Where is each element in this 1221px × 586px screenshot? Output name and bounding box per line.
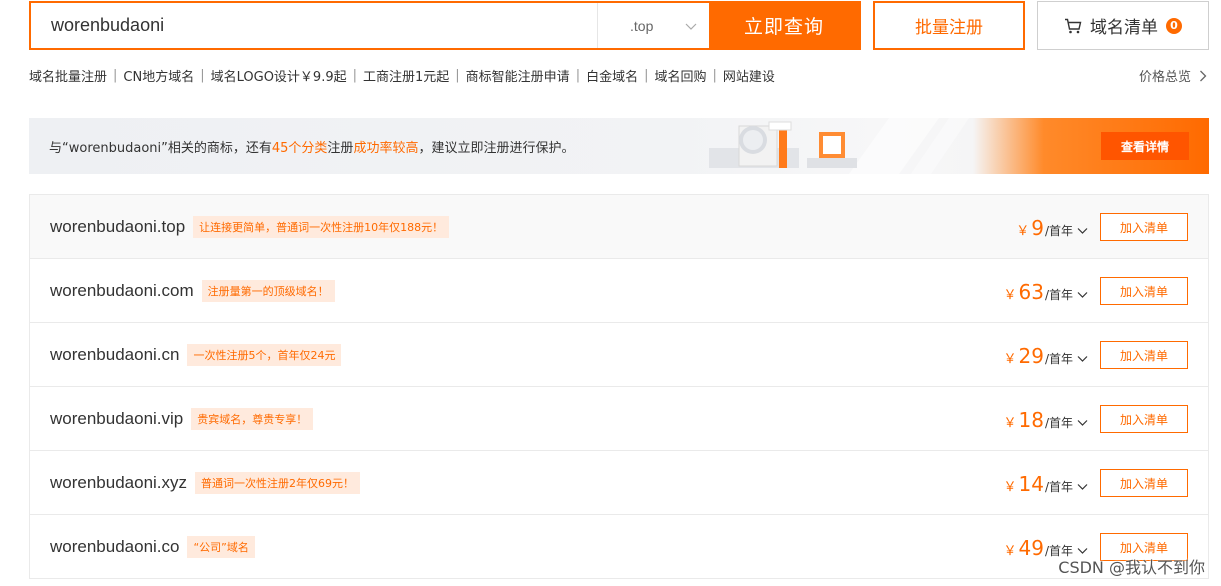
suffix-select[interactable]: .top	[597, 3, 709, 48]
currency-symbol: ￥	[1003, 416, 1017, 431]
add-to-list-button[interactable]: 加入清单	[1100, 213, 1188, 241]
price-unit: /首年	[1044, 224, 1073, 238]
banner-highlight-success: 成功率较高	[353, 141, 419, 156]
price-overview-link[interactable]: 价格总览	[1139, 66, 1207, 85]
quick-links: 域名批量注册 | CN地方域名 | 域名LOGO设计￥9.9起 | 工商注册1元…	[29, 66, 775, 85]
price-unit: /首年	[1044, 480, 1073, 494]
price-selector[interactable]: ￥ 29/首年	[1003, 344, 1088, 368]
divider: |	[455, 68, 460, 83]
promo-tag: 注册量第一的顶级域名！	[201, 279, 335, 302]
divider: |	[113, 68, 118, 83]
domain-result-row: worenbudaoni.com 注册量第一的顶级域名！ ￥ 63/首年 加入清单	[29, 259, 1209, 323]
price-value: 18	[1018, 408, 1044, 432]
price-value: 63	[1018, 280, 1044, 304]
price-overview-label: 价格总览	[1138, 70, 1191, 85]
price-unit: /首年	[1044, 288, 1073, 302]
chevron-down-icon	[1077, 356, 1088, 362]
price-selector[interactable]: ￥ 14/首年	[1003, 472, 1088, 496]
chevron-down-icon	[685, 23, 697, 30]
domain-result-row: worenbudaoni.vip 贵宾域名，尊贵专享！ ￥ 18/首年 加入清单	[29, 387, 1209, 451]
batch-register-button[interactable]: 批量注册	[873, 1, 1025, 50]
divider: |	[644, 68, 649, 83]
quick-link-cn-local[interactable]: CN地方域名	[123, 66, 194, 85]
promo-tag: 一次性注册5个，首年仅24元	[187, 343, 342, 366]
domain-result-row: worenbudaoni.co “公司”域名 ￥ 49/首年 加入清单	[29, 515, 1209, 579]
currency-symbol: ￥	[1016, 224, 1030, 239]
domain-name: worenbudaoni.cn	[50, 344, 180, 364]
quick-link-business-register[interactable]: 工商注册1元起	[363, 66, 449, 85]
chevron-down-icon	[1077, 292, 1088, 298]
price-value: 14	[1018, 472, 1044, 496]
chevron-down-icon	[1077, 420, 1088, 426]
currency-symbol: ￥	[1003, 544, 1017, 559]
banner-text-before: 与“worenbudaoni”相关的商标，还有	[49, 141, 272, 156]
chevron-down-icon	[1077, 228, 1088, 234]
add-to-list-button[interactable]: 加入清单	[1100, 405, 1188, 433]
banner-text-after: ，建议立即注册进行保护。	[418, 141, 575, 156]
quick-link-domain-buyback[interactable]: 域名回购	[654, 66, 706, 85]
chevron-right-icon	[1200, 70, 1207, 81]
price-selector[interactable]: ￥ 63/首年	[1003, 280, 1088, 304]
domain-result-list: worenbudaoni.top 让连接更简单，普通词一次性注册10年仅188元…	[29, 194, 1209, 579]
price-selector[interactable]: ￥ 18/首年	[1003, 408, 1088, 432]
view-details-button[interactable]: 查看详情	[1101, 132, 1189, 160]
banner-text: 与“worenbudaoni”相关的商标，还有45个分类注册成功率较高，建议立即…	[49, 137, 574, 156]
banner-text-mid: 注册	[327, 141, 354, 156]
currency-symbol: ￥	[1003, 480, 1017, 495]
currency-symbol: ￥	[1003, 288, 1017, 303]
domain-result-row: worenbudaoni.top 让连接更简单，普通词一次性注册10年仅188元…	[29, 195, 1209, 259]
cart-count-badge: 0	[1166, 17, 1182, 34]
price-selector[interactable]: ￥ 9/首年	[1016, 216, 1088, 240]
domain-name: worenbudaoni.com	[50, 280, 194, 300]
domain-name: worenbudaoni.vip	[50, 408, 184, 428]
quick-link-website-build[interactable]: 网站建设	[723, 66, 775, 85]
domain-name: worenbudaoni.top	[50, 216, 186, 236]
quick-link-batch-register[interactable]: 域名批量注册	[29, 66, 107, 85]
banner-highlight-categories: 45个分类	[271, 141, 328, 156]
banner-illustration	[709, 118, 969, 174]
price-value: 9	[1031, 216, 1044, 240]
quick-link-trademark[interactable]: 商标智能注册申请	[466, 66, 570, 85]
quick-link-platinum-domain[interactable]: 白金域名	[586, 66, 638, 85]
currency-symbol: ￥	[1003, 352, 1017, 367]
add-to-list-button[interactable]: 加入清单	[1100, 277, 1188, 305]
add-to-list-button[interactable]: 加入清单	[1100, 469, 1188, 497]
quick-link-logo-design[interactable]: 域名LOGO设计￥9.9起	[211, 66, 347, 85]
domain-result-row: worenbudaoni.cn 一次性注册5个，首年仅24元 ￥ 29/首年 加入…	[29, 323, 1209, 387]
divider: |	[200, 68, 205, 83]
divider: |	[575, 68, 581, 83]
suffix-select-value: .top	[630, 17, 654, 34]
price-unit: /首年	[1044, 416, 1073, 430]
domain-list-label: 域名清单	[1090, 18, 1158, 38]
domain-name: worenbudaoni.xyz	[50, 472, 188, 492]
domain-result-row: worenbudaoni.xyz 普通词一次性注册2年仅69元！ ￥ 14/首年 …	[29, 451, 1209, 515]
divider: |	[352, 68, 357, 83]
promo-tag: 普通词一次性注册2年仅69元！	[195, 471, 361, 494]
trademark-banner: 与“worenbudaoni”相关的商标，还有45个分类注册成功率较高，建议立即…	[29, 118, 1209, 174]
search-button[interactable]: 立即查询	[709, 3, 859, 48]
price-unit: /首年	[1044, 352, 1073, 366]
search-bar: .top 立即查询	[29, 1, 861, 50]
promo-tag: 贵宾域名，尊贵专享！	[191, 407, 314, 430]
domain-name: worenbudaoni.co	[50, 536, 180, 556]
domain-list-button[interactable]: 域名清单 0	[1037, 1, 1209, 50]
price-value: 29	[1018, 344, 1044, 368]
divider: |	[712, 68, 717, 83]
chevron-down-icon	[1077, 484, 1088, 490]
add-to-list-button[interactable]: 加入清单	[1100, 341, 1188, 369]
search-input[interactable]	[31, 3, 597, 48]
price-value: 49	[1018, 536, 1044, 560]
cart-icon	[1065, 18, 1082, 33]
promo-tag: “公司”域名	[187, 535, 255, 558]
watermark: CSDN @我认不到你	[1058, 558, 1205, 577]
promo-tag: 让连接更简单，普通词一次性注册10年仅188元！	[193, 215, 450, 238]
